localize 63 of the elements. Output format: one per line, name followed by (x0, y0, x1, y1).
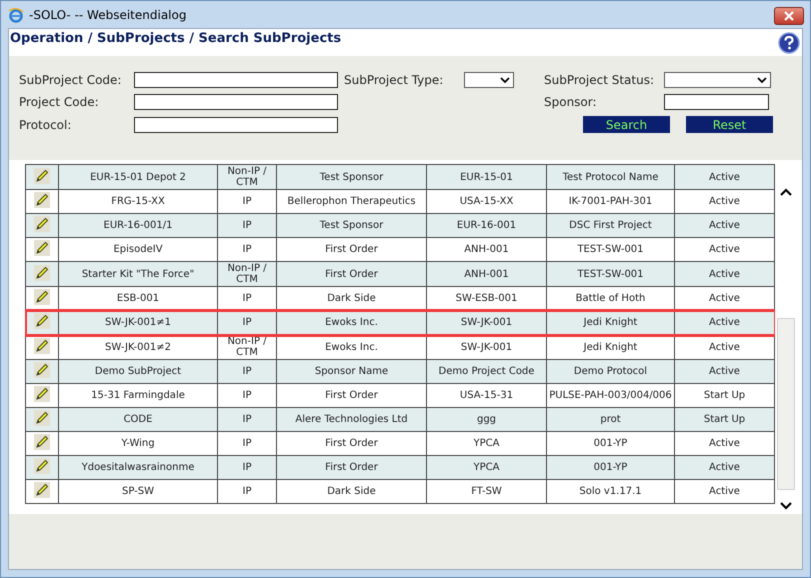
pencil-icon[interactable] (34, 264, 50, 280)
table-cell: EUR-15-01 Depot 2 (58, 164, 218, 190)
table-row[interactable]: SP-SW IP Dark Side FT-SW Solo v1.17.1 Active (26, 480, 774, 504)
table-row[interactable]: EUR-16-001/1 IP Test Sponsor EUR-16-001 DSC First Project Active (26, 214, 774, 238)
table-row[interactable]: Y-Wing IP First Order YPCA 001-YP Active (26, 432, 774, 456)
close-icon (783, 10, 795, 20)
table-cell: Test Sponsor (276, 164, 426, 190)
table-row[interactable]: CODE IP Alere Technologies Ltd ggg prot Start Up (26, 408, 774, 432)
reset-button[interactable]: Reset (686, 116, 773, 133)
page-title: Operation / SubProjects / Search SubProjects (10, 31, 342, 46)
field-label: Protocol: (19, 118, 72, 132)
pencil-icon[interactable] (34, 386, 50, 402)
pencil-icon[interactable] (34, 192, 50, 208)
input-field[interactable] (664, 94, 769, 110)
close-button[interactable] (774, 6, 804, 24)
table-row[interactable]: ESB-001 IP Dark Side SW-ESB-001 Battle of Hoth Active (26, 286, 774, 310)
pencil-icon[interactable] (34, 362, 50, 378)
pencil-icon[interactable] (34, 338, 50, 354)
pencil-icon[interactable] (34, 410, 50, 426)
pencil-icon[interactable] (34, 482, 50, 498)
table-row[interactable]: 15-31 Farmingdale IP First Order USA-15-31 PULSE-PAH-003/004/006 Start Up (26, 384, 774, 408)
search-button[interactable]: Search (583, 116, 670, 133)
pencil-icon[interactable] (34, 458, 50, 474)
pencil-icon[interactable] (34, 289, 50, 305)
table-cell: SP-SW (58, 480, 218, 504)
field-label: SubProject Status: (544, 73, 655, 87)
table-cell: Solo v1.17.1 (546, 480, 674, 504)
input-field[interactable] (134, 116, 338, 132)
chevron-icon (757, 76, 767, 84)
table-cell: Test Protocol Name (546, 164, 674, 190)
table-row[interactable]: EUR-15-01 Depot 2 Non-IP / CTM Test Sponsor EUR-15-01 Test Protocol Name Active (26, 164, 774, 190)
table-cell: IP (218, 480, 276, 504)
help-icon[interactable] (778, 32, 800, 54)
dropdown[interactable] (664, 72, 771, 88)
table-cell: FT-SW (426, 480, 546, 504)
pencil-icon[interactable] (34, 168, 50, 184)
scroll-up-icon[interactable] (780, 188, 792, 196)
scroll-down-icon[interactable] (780, 502, 792, 510)
table-row[interactable]: Starter Kit "The Force" Non-IP / CTM First Order ANH-001 TEST-SW-001 Active (26, 262, 774, 286)
table-row[interactable]: FRG-15-XX IP Bellerophon Therapeutics USA-15-XX IK-7001-PAH-301 Active (26, 190, 774, 214)
table-cell: Active (674, 480, 774, 504)
pencil-icon[interactable] (34, 313, 50, 329)
browser-icon (8, 6, 24, 22)
pencil-icon[interactable] (34, 216, 50, 232)
field-label: SubProject Code: (19, 73, 122, 87)
table-row[interactable]: Demo SubProject IP Sponsor Name Demo Project Code Demo Protocol Active (26, 360, 774, 384)
table-cell: Active (674, 164, 774, 190)
pencil-icon[interactable] (34, 434, 50, 450)
field-label: Sponsor: (544, 95, 598, 109)
field-label: SubProject Type: (344, 73, 444, 87)
chevron-icon (500, 76, 510, 84)
table-row[interactable]: Ydoesitalwasrainonme IP First Order YPCA 001-YP Active (26, 456, 774, 480)
field-label: Project Code: (19, 95, 100, 109)
table-row[interactable]: EpisodeIV IP First Order ANH-001 TEST-SW-001 Active (26, 238, 774, 262)
dropdown[interactable] (464, 72, 514, 88)
input-field[interactable] (134, 94, 338, 110)
input-field[interactable] (134, 72, 338, 88)
window-title: -SOLO- -- Webseitendialog (29, 8, 188, 22)
pencil-icon[interactable] (34, 240, 50, 256)
table-cell: Dark Side (276, 480, 426, 504)
table-row[interactable]: SW-JK-001≠1 IP Ewoks Inc. SW-JK-001 Jedi Knight Active (26, 310, 774, 334)
scroll-thumb[interactable] (777, 318, 795, 490)
table-cell: EUR-15-01 (426, 164, 546, 190)
